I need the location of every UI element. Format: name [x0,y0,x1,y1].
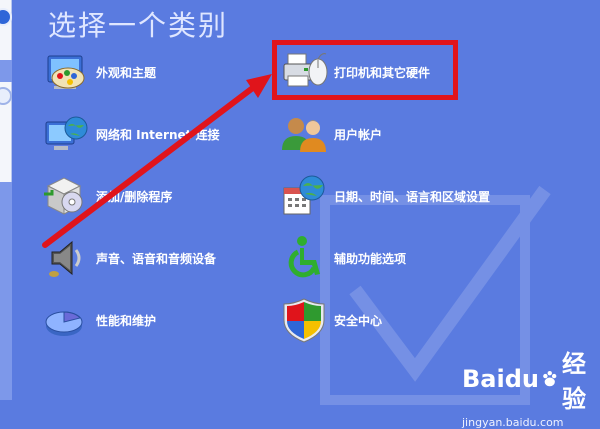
category-sound-audio[interactable]: 声音、语音和音频设备 [42,234,272,282]
security-center-icon [283,298,325,343]
category-security-center[interactable]: 安全中心 [280,296,510,344]
category-label: 用户帐户 [334,127,383,142]
category-label: 性能和维护 [96,313,157,328]
date-time-region-icon [283,175,325,215]
user-accounts-icon [282,118,326,152]
category-network-internet[interactable]: 网络和 Internet 连接 [42,110,272,158]
baidu-brand-cn: 经验 [561,350,586,413]
category-appearance-themes[interactable]: 外观和主题 [42,48,272,96]
category-accessibility[interactable]: 辅助功能选项 [280,234,510,282]
category-label: 辅助功能选项 [334,251,407,266]
category-label: 网络和 Internet 连接 [96,127,220,142]
appearance-theme-icon [47,55,85,89]
category-user-accounts[interactable]: 用户帐户 [280,110,510,158]
category-add-remove-programs[interactable]: 添加/删除程序 [42,172,272,220]
highlight-box [272,40,458,100]
category-date-time-region[interactable]: 日期、时间、语言和区域设置 [280,172,510,220]
performance-maintenance-icon [45,311,83,336]
category-label: 添加/删除程序 [96,189,173,204]
baidu-url: jingyan.baidu.com [462,416,564,429]
baidu-brand: Baidu [462,365,539,393]
baidu-jingyan-watermark: Baidu 经验 jingyan.baidu.com [462,344,597,429]
category-label: 声音、语音和音频设备 [96,251,217,266]
category-performance-maintenance[interactable]: 性能和维护 [42,296,272,344]
add-remove-programs-icon [44,177,83,215]
sound-audio-icon [49,240,81,277]
page-title: 选择一个类别 [48,9,229,42]
category-label: 安全中心 [334,313,383,328]
category-label: 日期、时间、语言和区域设置 [334,189,491,204]
category-label: 外观和主题 [96,65,157,80]
left-task-pane [0,0,12,400]
baidu-paw-icon [543,370,557,387]
accessibility-icon [288,236,320,278]
network-internet-icon [45,116,88,150]
